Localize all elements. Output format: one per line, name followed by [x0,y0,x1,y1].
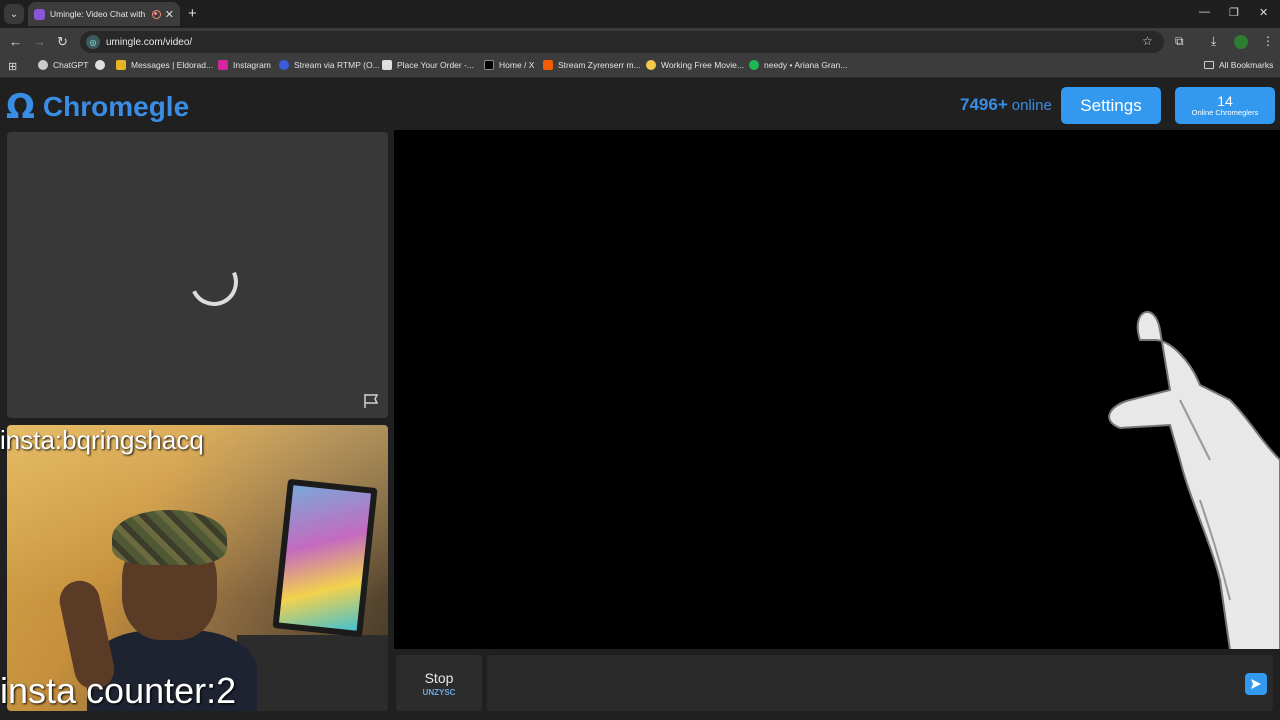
bookmark-item[interactable]: Place Your Order -... [382,60,474,70]
folder-icon [1204,61,1214,69]
bookmark-item[interactable] [95,60,110,70]
bookmark-star-icon[interactable]: ☆ [1142,34,1153,48]
menu-icon[interactable]: ⋮ [1262,34,1274,48]
url-text: umingle.com/video/ [106,36,193,48]
pointing-hand-image [1108,310,1280,649]
bookmark-favicon-icon [116,60,126,70]
stranger-video-panel [7,132,388,418]
new-tab-button[interactable]: + [188,5,197,22]
bookmark-label: Stream Zyrenserr m... [558,60,641,70]
all-bookmarks-button[interactable]: All Bookmarks [1204,60,1273,70]
bookmark-item[interactable]: Working Free Movie... [646,60,744,70]
x-logo-icon [484,60,494,70]
webcam-monitor [272,478,378,638]
tab-title: Umingle: Video Chat with S [50,9,148,19]
recording-icon [151,9,161,19]
bookmark-item[interactable]: Stream via RTMP (O... [279,60,380,70]
chat-message-input[interactable] [487,655,1273,711]
stop-label: Stop [424,669,454,686]
bookmark-label: Place Your Order -... [397,60,475,70]
bookmark-item[interactable]: Instagram [218,60,271,70]
download-icon[interactable]: ⤓ [1211,34,1216,49]
bookmark-item[interactable]: Stream Zyrenserr m... [543,60,641,70]
online-label: online [1011,97,1052,114]
reload-button[interactable]: ↻ [57,34,68,50]
bookmarks-bar: ⊞ ChatGPT Messages | Eldorad... Instagra… [0,56,1280,78]
instagram-handle-overlay: insta:bqringshacq [0,425,204,455]
bookmark-favicon-icon [543,60,553,70]
webcam-desk [237,635,388,711]
bookmark-favicon-icon [279,60,289,70]
stop-button[interactable]: Stop UNZYSC [396,655,482,711]
tab-strip: ⌄ Umingle: Video Chat with S ✕ + — ❐ ✕ [0,0,1280,28]
bookmark-item[interactable]: Messages | Eldorad... [116,60,213,70]
tab-close-icon[interactable]: ✕ [165,8,174,21]
forward-button[interactable]: → [33,34,46,49]
all-bookmarks-label: All Bookmarks [1219,60,1274,70]
umingle-favicon-icon [34,8,45,20]
report-flag-icon[interactable] [362,392,380,410]
profile-avatar[interactable] [1234,35,1248,49]
bookmark-item[interactable]: ChatGPT [38,60,88,70]
online-chromeglers-button[interactable]: 14 Online Chromeglers [1175,87,1275,124]
remote-video [394,130,1280,649]
bookmark-label: Stream via RTMP (O... [294,60,380,70]
browser-toolbar: ← → ↻ ◎ umingle.com/video/ ☆ ⧉ ⤓ ⋮ [0,28,1280,56]
loading-spinner-icon [183,251,245,313]
chromeglers-count: 14 [1217,93,1233,109]
online-count: 7496+ [960,95,1008,114]
bookmark-favicon-icon [38,60,48,70]
apps-grid-icon[interactable]: ⊞ [8,60,17,73]
tab-search-button[interactable]: ⌄ [4,4,24,24]
spotify-icon [749,60,759,70]
bookmark-label: Working Free Movie... [661,60,744,70]
bookmark-label: Instagram [233,60,271,70]
page: Ω Chromegle 7496+ online Settings 14 Onl… [0,79,1280,720]
bookmark-label: Home / X [499,60,535,70]
logo-text: Chromegle [42,91,190,122]
bookmark-favicon-icon [382,60,392,70]
stop-sublabel: UNZYSC [422,687,456,697]
site-logo[interactable]: Ω Chromegle [6,87,189,127]
bookmark-label: ChatGPT [53,60,89,70]
chevron-down-icon: ⌄ [9,8,19,20]
bookmark-favicon-icon [646,60,656,70]
site-info-icon[interactable]: ◎ [86,35,100,49]
instagram-icon [218,60,228,70]
window-close-button[interactable]: ✕ [1259,6,1268,19]
back-button[interactable]: ← [9,34,22,49]
address-bar[interactable]: ◎ umingle.com/video/ [80,31,1164,53]
extensions-icon[interactable]: ⧉ [1175,34,1184,49]
settings-button[interactable]: Settings [1061,87,1161,124]
restore-button[interactable]: ❐ [1229,6,1239,19]
send-arrow-icon [1251,679,1261,689]
chromeglers-label: Online Chromeglers [1191,108,1259,117]
bookmark-item[interactable]: Home / X [484,60,534,70]
bookmark-item[interactable]: needy • Ariana Gran... [749,60,847,70]
bookmark-label: needy • Ariana Gran... [764,60,848,70]
browser-tab[interactable]: Umingle: Video Chat with S ✕ [28,2,180,26]
online-counter: 7496+ online [960,95,1052,115]
omega-logo-icon: Ω [6,87,35,127]
minimize-button[interactable]: — [1199,6,1210,18]
self-video-panel [7,425,388,711]
globe-icon [95,60,105,70]
bookmark-label: Messages | Eldorad... [131,60,214,70]
instagram-counter-overlay: insta counter:2 [0,670,237,711]
send-button[interactable] [1245,673,1267,695]
